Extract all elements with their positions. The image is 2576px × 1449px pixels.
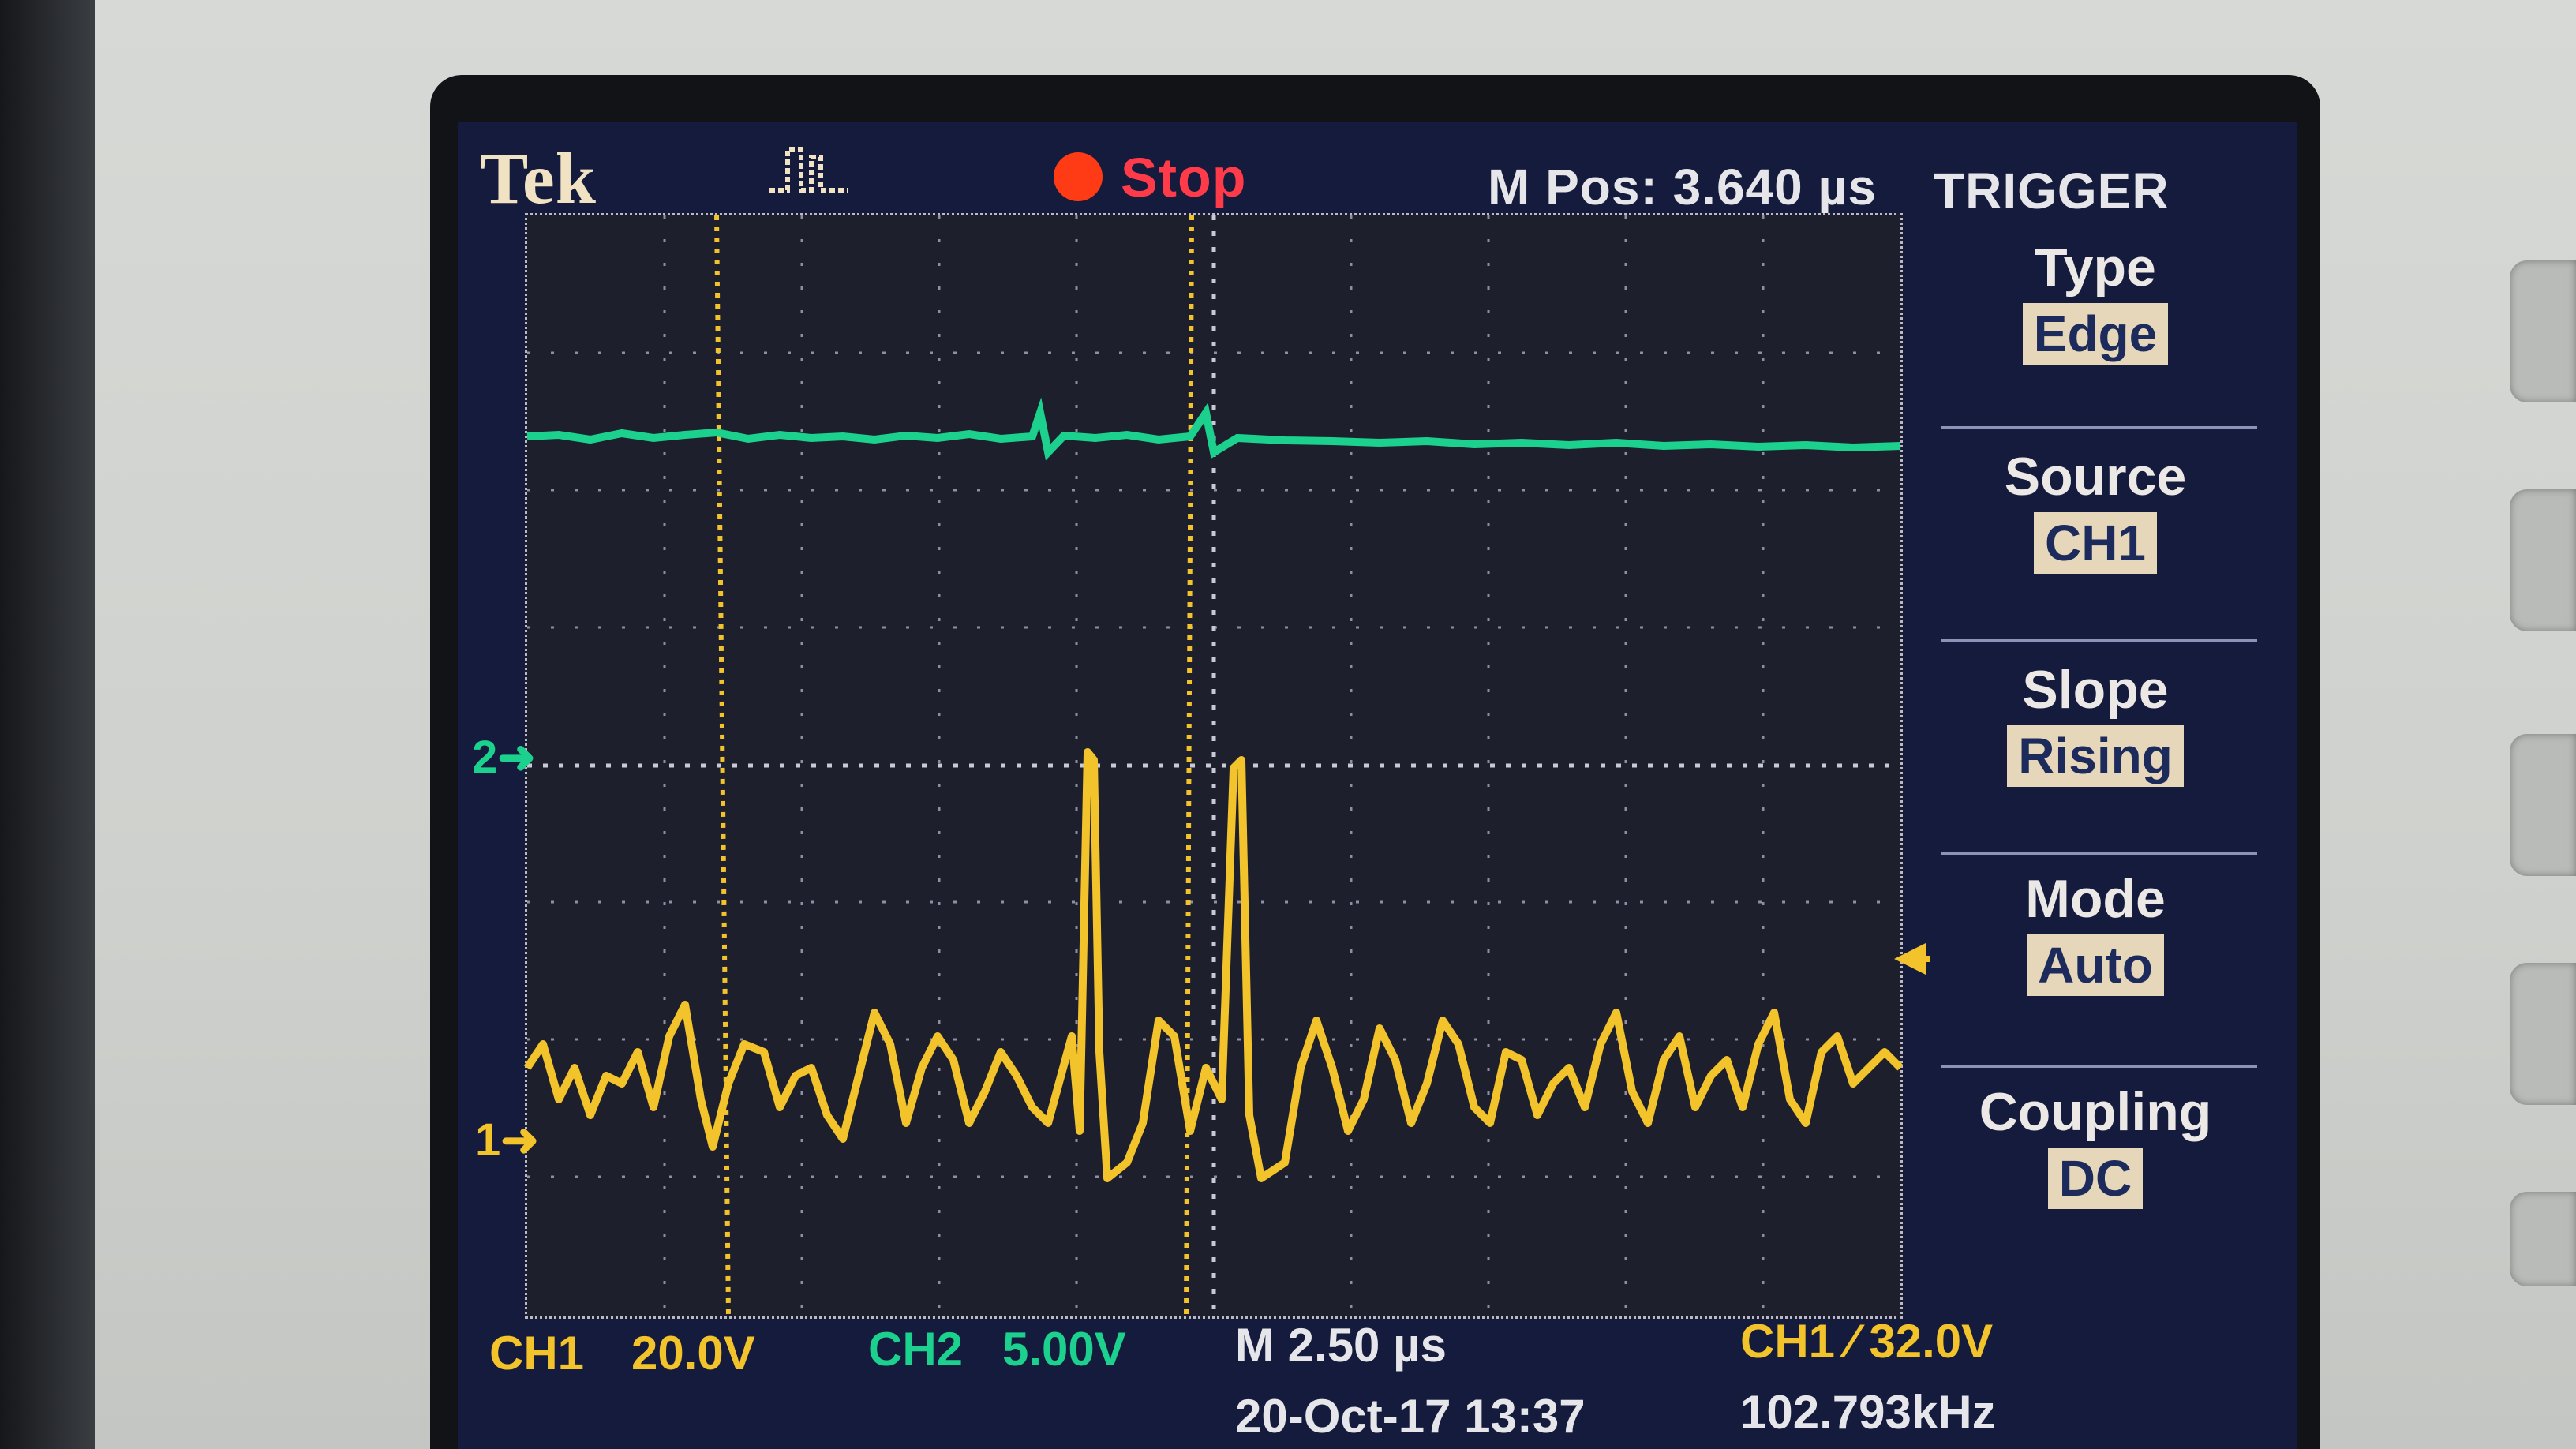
menu-divider (1941, 639, 2257, 642)
trigger-mode-item[interactable]: Mode Auto (1934, 868, 2257, 996)
waveform-graticule (523, 213, 1904, 1319)
trigger-level-arrow-icon (1894, 943, 1930, 975)
center-axes (527, 215, 1900, 1316)
ch1-ground-marker: 1➜ (475, 1114, 539, 1166)
acquisition-pulse-icon (769, 147, 848, 193)
brand-logo: Tek (480, 138, 597, 219)
ch2-trace (526, 397, 1901, 461)
menu-divider (1941, 852, 2257, 855)
trigger-menu-title: TRIGGER (1934, 163, 2170, 219)
oscilloscope-screen: Tek Stop M Pos: 3.640 µs TRIGGER 2➜ 1➜ T… (458, 122, 2297, 1449)
ch2-ground-marker: 2➜ (472, 732, 536, 783)
trigger-slope-item[interactable]: Slope Rising (1934, 659, 2257, 787)
trigger-type-item[interactable]: Type Edge (1934, 237, 2257, 365)
side-menu-buttons (2510, 260, 2576, 1286)
background-left (0, 0, 95, 1449)
menu-divider (1941, 1065, 2257, 1068)
horizontal-position: M Pos: 3.640 µs (1488, 159, 1877, 215)
trigger-frequency: 102.793kHz (1740, 1386, 1996, 1439)
trigger-source-item[interactable]: Source CH1 (1934, 446, 2257, 574)
timebase: M 2.50 µs (1235, 1319, 1447, 1372)
trigger-coupling-item[interactable]: Coupling DC (1934, 1081, 2257, 1209)
menu-button-4[interactable] (2510, 963, 2576, 1105)
ch1-label: CH1 (489, 1327, 585, 1380)
ch1-volts-per-div: 20.0V (631, 1327, 755, 1380)
ch2-volts-per-div: 5.00V (1002, 1323, 1126, 1376)
menu-button-5[interactable] (2510, 1192, 2576, 1286)
stop-indicator-icon (1054, 152, 1103, 201)
date-time: 20-Oct-17 13:37 (1235, 1390, 1586, 1443)
menu-button-2[interactable] (2510, 489, 2576, 631)
acquisition-state: Stop (1121, 147, 1247, 208)
menu-button-3[interactable] (2510, 734, 2576, 876)
menu-divider (1941, 426, 2257, 429)
trigger-summary: CH1 ⁄ 32.0V (1740, 1315, 1994, 1368)
waveform-display (523, 215, 1904, 1317)
ch2-label: CH2 (868, 1323, 964, 1376)
menu-button-1[interactable] (2510, 260, 2576, 402)
